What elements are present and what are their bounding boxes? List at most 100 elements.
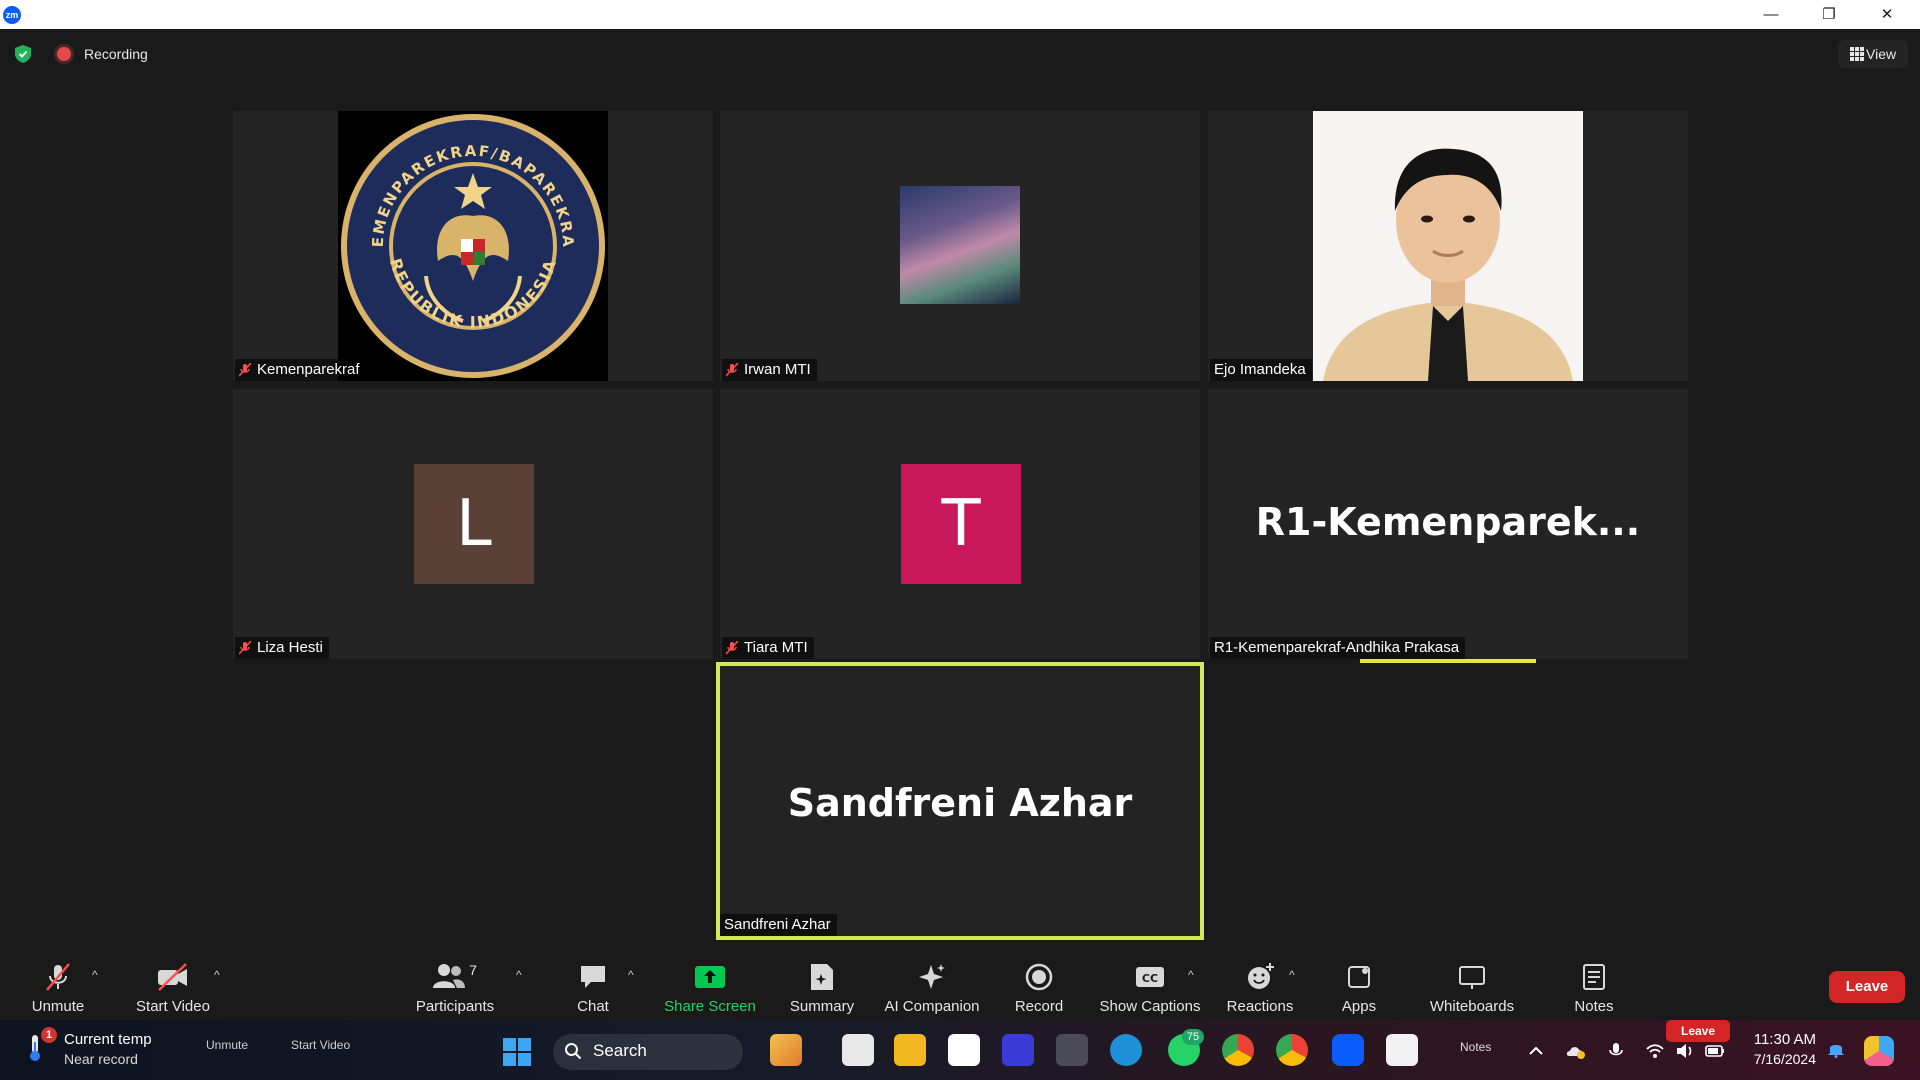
avatar: L: [414, 464, 534, 584]
reactions-options-caret[interactable]: ^: [1289, 968, 1295, 982]
copilot-icon[interactable]: [1864, 1036, 1894, 1066]
audio-options-caret[interactable]: ^: [92, 968, 98, 982]
battery-icon[interactable]: [1705, 1042, 1725, 1060]
muted-mic-icon: [239, 363, 251, 377]
search-label: Search: [593, 1041, 647, 1060]
reactions-smiley-icon: [1248, 963, 1274, 989]
notes-button[interactable]: Notes: [1571, 962, 1617, 1015]
participants-count: 7: [469, 962, 477, 978]
zoom-taskbar-icon[interactable]: [1332, 1034, 1364, 1066]
taskbar-app-icon[interactable]: [1002, 1034, 1034, 1066]
recording-label[interactable]: Recording: [84, 46, 148, 62]
share-screen-icon: [695, 966, 725, 988]
chrome-icon[interactable]: [1222, 1034, 1254, 1066]
window-title-bar: [0, 0, 1920, 29]
share-screen-button[interactable]: Share Screen: [664, 962, 756, 1015]
participant-name-label: Liza Hesti: [235, 637, 329, 659]
taskbar-app-icon[interactable]: [842, 1034, 874, 1066]
avatar: T: [901, 464, 1021, 584]
zoom-logo-icon: zm: [3, 6, 21, 24]
audio-level-bar: [1360, 659, 1536, 663]
unmute-button[interactable]: Unmute: [22, 962, 94, 1015]
summary-button[interactable]: Summary: [788, 962, 856, 1015]
chevron-up-icon[interactable]: [1526, 1042, 1546, 1060]
reactions-label: Reactions: [1226, 998, 1294, 1015]
taskbar-clock-date[interactable]: 7/16/2024: [1742, 1051, 1816, 1067]
muted-mic-icon: [726, 641, 738, 655]
taskbar-app-icon[interactable]: [1056, 1034, 1088, 1066]
chat-button[interactable]: Chat: [570, 962, 616, 1015]
chat-label: Chat: [577, 998, 609, 1015]
file-explorer-icon[interactable]: [894, 1034, 926, 1066]
participants-options-caret[interactable]: ^: [516, 968, 522, 982]
snipping-tool-icon[interactable]: [1386, 1034, 1418, 1066]
ghost-leave-button: Leave: [1666, 1020, 1730, 1042]
aurora-profile-image: [900, 186, 1020, 304]
show-captions-label: Show Captions: [1099, 998, 1201, 1015]
apps-button[interactable]: Apps: [1336, 962, 1382, 1015]
window-title: Zoom Meeting: [28, 7, 118, 23]
speaker-volume-icon[interactable]: [1675, 1042, 1695, 1060]
minimize-button[interactable]: —: [1742, 0, 1800, 29]
reactions-button[interactable]: Reactions: [1226, 962, 1294, 1015]
search-icon: [565, 1043, 582, 1060]
leave-button[interactable]: Leave: [1829, 971, 1905, 1003]
participants-button[interactable]: 7 Participants: [412, 962, 498, 1015]
svg-text:CC: CC: [1142, 972, 1158, 985]
video-tile-ejo-imandeka[interactable]: Ejo Imandeka: [1208, 111, 1688, 381]
participant-name-label: Ejo Imandeka: [1210, 359, 1312, 381]
unmute-label: Unmute: [31, 998, 85, 1015]
start-video-button[interactable]: Start Video: [131, 962, 215, 1015]
restore-button[interactable]: ❐: [1800, 0, 1858, 29]
video-tile-irwan-mti[interactable]: Irwan MTI: [720, 111, 1200, 381]
view-button[interactable]: View: [1838, 40, 1908, 68]
ghost-start-video-label: Start Video: [291, 1038, 351, 1052]
ai-companion-button[interactable]: AI Companion: [882, 962, 982, 1015]
notes-icon: [1583, 964, 1605, 990]
apps-icon: [1348, 966, 1370, 988]
microphone-icon[interactable]: [1606, 1042, 1626, 1060]
thermometer-icon[interactable]: [28, 1034, 42, 1062]
captions-icon: CC: [1136, 967, 1164, 987]
close-button[interactable]: ✕: [1858, 0, 1916, 29]
video-options-caret[interactable]: ^: [214, 968, 220, 982]
participant-name: Irwan MTI: [744, 361, 811, 378]
participant-name: Kemenparekraf: [257, 361, 360, 378]
taskbar-clock-time[interactable]: 11:30 AM: [1752, 1031, 1816, 1048]
video-tile-tiara-mti[interactable]: T Tiara MTI: [720, 389, 1200, 659]
video-tile-liza-hesti[interactable]: L Liza Hesti: [233, 389, 713, 659]
windows-start-icon[interactable]: [503, 1038, 531, 1066]
show-captions-button[interactable]: CC Show Captions: [1098, 962, 1202, 1015]
weather-subtitle: Near record: [64, 1051, 138, 1067]
record-button[interactable]: Record: [1012, 962, 1066, 1015]
notes-label: Notes: [1574, 998, 1614, 1015]
record-label: Record: [1014, 998, 1064, 1015]
recording-dot-icon: [57, 47, 71, 61]
chrome-icon[interactable]: [1276, 1034, 1308, 1066]
video-off-icon: [158, 963, 187, 991]
video-tile-sandfreni-azhar[interactable]: Sandfreni Azhar Sandfreni Azhar: [716, 662, 1204, 940]
whiteboards-button[interactable]: Whiteboards: [1426, 962, 1518, 1015]
video-tile-r1-kemenparekraf[interactable]: R1-Kemenparek... R1-Kemenparekraf-Andhik…: [1208, 389, 1688, 663]
participant-name: R1-Kemenparekraf-Andhika Prakasa: [1214, 639, 1460, 656]
muted-mic-icon: [46, 963, 70, 991]
chat-options-caret[interactable]: ^: [628, 968, 634, 982]
onedrive-cloud-icon[interactable]: [1566, 1042, 1586, 1060]
participant-name: Liza Hesti: [257, 639, 323, 656]
start-video-label: Start Video: [136, 998, 210, 1015]
video-tile-kemenparekraf[interactable]: KEMENPAREKRAF/BAPAREKRAF REPUBLIK INDONE…: [233, 111, 713, 381]
notification-bell-icon[interactable]: [1826, 1040, 1846, 1058]
participants-icon: [433, 964, 466, 988]
captions-options-caret[interactable]: ^: [1188, 968, 1194, 982]
edge-browser-icon[interactable]: [1110, 1034, 1142, 1066]
weather-title[interactable]: Current temp: [64, 1031, 152, 1048]
ai-companion-label: AI Companion: [884, 998, 980, 1015]
participant-name-label: Sandfreni Azhar: [720, 914, 837, 936]
encryption-shield-icon[interactable]: [15, 45, 31, 63]
wifi-icon[interactable]: [1645, 1042, 1665, 1060]
muted-mic-icon: [239, 641, 251, 655]
summary-icon: [811, 964, 833, 990]
taskbar-app-icon[interactable]: [770, 1034, 802, 1066]
microsoft-store-icon[interactable]: [948, 1034, 980, 1066]
participant-display-name: R1-Kemenparek...: [1255, 500, 1641, 544]
